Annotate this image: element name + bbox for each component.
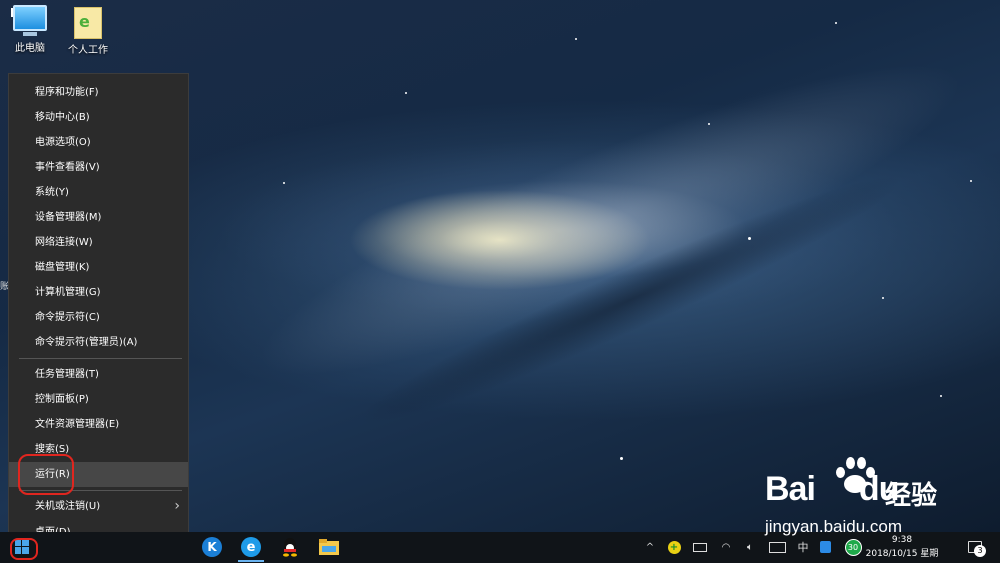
menu-item-file-explorer[interactable]: 文件资源管理器(E) <box>9 412 188 437</box>
annotation-circle-run <box>18 454 74 495</box>
battery-icon[interactable] <box>690 536 710 558</box>
active-app-indicator <box>238 560 264 562</box>
star <box>575 38 577 40</box>
watermark-brand: Bai du <box>765 470 899 508</box>
computer-icon <box>13 5 47 36</box>
star <box>283 182 285 184</box>
watermark-cn: 经验 <box>885 481 938 511</box>
chevron-right-icon: › <box>174 498 180 514</box>
taskbar-app-file-explorer[interactable] <box>316 535 342 559</box>
notification-count-badge: 3 <box>974 545 986 557</box>
menu-item-shutdown-signout[interactable]: 关机或注销(U) › <box>9 494 188 519</box>
menu-item-system[interactable]: 系统(Y) <box>9 180 188 205</box>
kuaizip-icon: K <box>202 537 222 557</box>
star <box>405 92 407 94</box>
file-explorer-icon <box>319 539 339 555</box>
menu-item-disk-management[interactable]: 磁盘管理(K) <box>9 255 188 280</box>
tray-expand-chevron[interactable]: ^ <box>642 536 658 558</box>
menu-item-control-panel[interactable]: 控制面板(P) <box>9 387 188 412</box>
annotation-circle-start <box>10 538 38 560</box>
star <box>835 22 837 24</box>
menu-item-event-viewer[interactable]: 事件查看器(V) <box>9 155 188 180</box>
qq-icon <box>283 538 297 557</box>
desktop-icon-personal-work[interactable]: e 个人工作 <box>58 7 118 56</box>
star <box>882 297 884 299</box>
desktop-icon-label: 此电脑 <box>15 43 45 54</box>
clock-date: 2018/10/15 星期一 <box>865 549 939 573</box>
wifi-icon[interactable]: ◠ <box>716 536 736 558</box>
taskbar-app-kuaizip[interactable]: K <box>199 535 225 559</box>
taskbar-app-browser[interactable]: e <box>238 535 264 559</box>
desktop-icon-this-pc[interactable]: ✓ 此电脑 <box>0 5 60 54</box>
menu-item-mobility-center[interactable]: 移动中心(B) <box>9 105 188 130</box>
star <box>940 395 942 397</box>
galaxy-band <box>231 12 989 428</box>
folder-shortcut-icon: e <box>74 7 102 39</box>
volume-icon[interactable]: 🔈︎ <box>740 536 760 558</box>
menu-item-power-options[interactable]: 电源选项(O) <box>9 130 188 155</box>
star <box>620 457 623 460</box>
menu-item-device-manager[interactable]: 设备管理器(M) <box>9 205 188 230</box>
menu-item-task-manager[interactable]: 任务管理器(T) <box>9 362 188 387</box>
desktop-icon-label: 个人工作 <box>68 45 108 56</box>
menu-item-label: 关机或注销(U) <box>35 501 101 512</box>
star <box>708 123 710 125</box>
menu-item-programs-features[interactable]: 程序和功能(F) <box>9 80 188 105</box>
menu-item-command-prompt-admin[interactable]: 命令提示符(管理员)(A) <box>9 330 188 355</box>
watermark-url: jingyan.baidu.com <box>765 517 903 536</box>
partial-desktop-label: 账 <box>0 282 10 292</box>
menu-item-command-prompt[interactable]: 命令提示符(C) <box>9 305 188 330</box>
baidu-jingyan-watermark: Bai du 经验 jingyan.baidu.com <box>765 455 995 545</box>
star <box>748 237 751 240</box>
menu-separator <box>19 358 182 359</box>
tray-security-icon[interactable]: + <box>664 536 684 558</box>
taskbar-app-qq[interactable] <box>277 535 303 559</box>
ie-browser-icon: e <box>241 537 261 557</box>
star <box>970 180 972 182</box>
menu-item-network-connections[interactable]: 网络连接(W) <box>9 230 188 255</box>
menu-item-computer-management[interactable]: 计算机管理(G) <box>9 280 188 305</box>
